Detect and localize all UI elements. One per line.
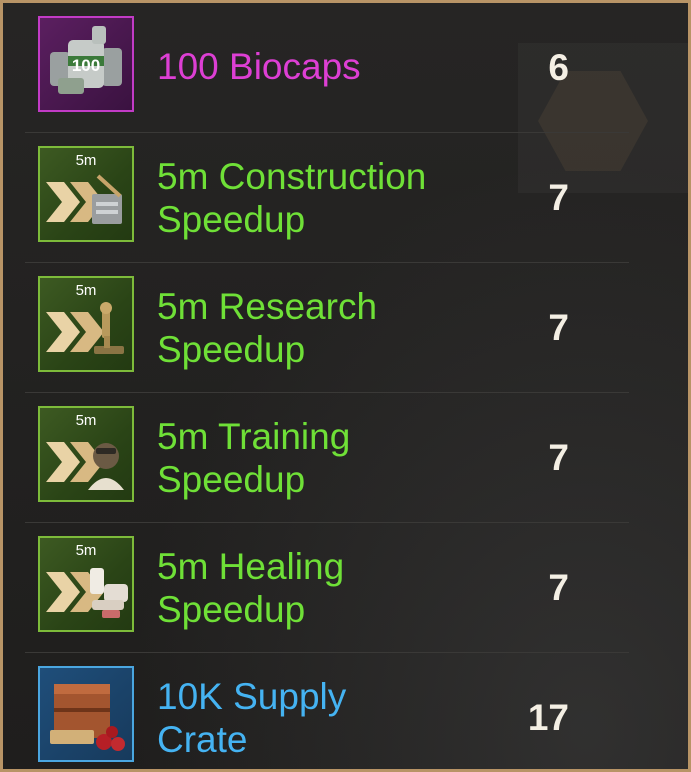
duration-badge: 5m [75, 412, 97, 429]
training-speedup-icon: 5m [38, 406, 134, 502]
research-speedup-icon: 5m [38, 276, 134, 372]
item-quantity: 7 [548, 437, 569, 478]
item-name: 10K Supply Crate [157, 676, 347, 760]
list-item[interactable]: 5m 5m Training Speedup 7 [25, 393, 629, 523]
item-name: 5m Research Speedup [157, 286, 378, 370]
item-name: 5m Training Speedup [157, 416, 351, 500]
supply-crate-icon [38, 666, 134, 762]
duration-badge: 5m [75, 542, 97, 559]
item-quantity: 17 [527, 697, 569, 738]
duration-badge: 5m [75, 282, 97, 299]
list-item[interactable]: 5m 5m Construction Speedup 7 [25, 133, 629, 263]
list-item[interactable]: 100 100 Biocaps 6 [25, 3, 629, 133]
list-item[interactable]: 10K Supply Crate 17 [25, 653, 629, 769]
item-name: 100 Biocaps [157, 46, 361, 87]
construction-speedup-icon: 5m [38, 146, 134, 242]
item-quantity: 7 [548, 177, 569, 218]
biocaps-icon: 100 [38, 16, 134, 112]
list-item[interactable]: 5m 5m Research Speedup 7 [25, 263, 629, 393]
duration-badge: 5m [75, 152, 97, 169]
item-quantity: 7 [548, 567, 569, 608]
item-quantity: 6 [548, 47, 569, 88]
list-item[interactable]: 5m 5m Healing Speedup 7 [25, 523, 629, 653]
reward-list-panel: 100 100 Biocaps 6 5m 5m Construction Spe… [0, 0, 691, 772]
item-name: 5m Healing Speedup [157, 546, 345, 630]
item-quantity: 7 [548, 307, 569, 348]
quantity-badge: 100 [71, 56, 101, 75]
item-name: 5m Construction Speedup [157, 156, 427, 240]
healing-speedup-icon: 5m [38, 536, 134, 632]
